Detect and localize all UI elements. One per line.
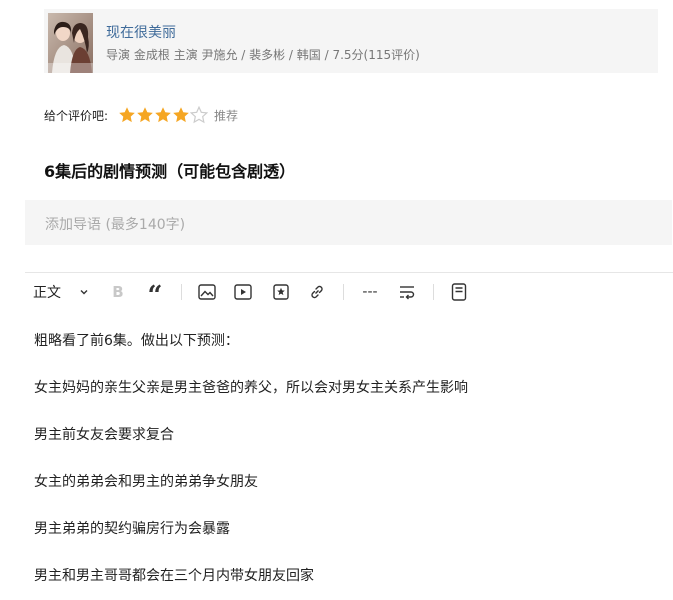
- bold-button[interactable]: B: [107, 280, 129, 304]
- body-paragraph[interactable]: 女主的弟弟会和男主的弟弟争女朋友: [34, 471, 258, 491]
- body-paragraph[interactable]: 男主前女友会要求复合: [34, 424, 174, 444]
- divider-icon: ---: [362, 284, 378, 300]
- star-filled-icon[interactable]: [154, 106, 172, 124]
- body-paragraph[interactable]: 女主妈妈的亲生父亲是男主爸爸的养父，所以会对男女主关系产生影响: [34, 377, 468, 397]
- star-box-icon: [273, 284, 289, 300]
- wrap-icon: [398, 284, 416, 300]
- bold-icon: B: [112, 283, 124, 301]
- insert-image-button[interactable]: [195, 280, 219, 304]
- toolbar-top-border: [25, 272, 673, 273]
- body-paragraph[interactable]: 男主和男主哥哥都会在三个月内带女朋友回家: [34, 565, 314, 585]
- insert-video-button[interactable]: [231, 280, 255, 304]
- paragraph-style-label: 正文: [33, 285, 61, 301]
- star-filled-icon[interactable]: [172, 106, 190, 124]
- toolbar-separator: [181, 284, 182, 300]
- movie-poster[interactable]: [48, 13, 93, 73]
- rating-prompt: 给个评价吧:: [44, 108, 109, 123]
- summary-input[interactable]: 添加导语 (最多140字): [25, 200, 672, 245]
- post-title[interactable]: 6集后的剧情预测（可能包含剧透）: [44, 158, 295, 182]
- image-icon: [198, 284, 216, 300]
- document-button[interactable]: [447, 280, 471, 304]
- quote-icon: “: [147, 281, 163, 311]
- star-empty-icon[interactable]: [190, 106, 209, 124]
- star-filled-icon[interactable]: [118, 106, 136, 124]
- summary-placeholder: 添加导语 (最多140字): [45, 217, 186, 233]
- link-icon: [308, 283, 326, 301]
- paragraph-style-select[interactable]: 正文: [33, 280, 99, 304]
- video-icon: [234, 284, 252, 300]
- movie-card[interactable]: 现在很美丽 导演 金成根 主演 尹施允 / 裴多彬 / 韩国 / 7.5分(11…: [44, 9, 658, 73]
- insert-link-button[interactable]: [305, 280, 329, 304]
- chevron-down-icon: [79, 287, 89, 297]
- text-wrap-button[interactable]: [395, 280, 419, 304]
- rating-level-label: 推荐: [214, 108, 239, 123]
- star-filled-icon[interactable]: [136, 106, 154, 124]
- star-rating[interactable]: [118, 106, 209, 124]
- insert-rating-button[interactable]: [269, 280, 293, 304]
- editor-toolbar: 正文 B “ ---: [25, 280, 665, 309]
- movie-title-link[interactable]: 现在很美丽: [106, 22, 176, 42]
- document-icon: [451, 283, 467, 301]
- body-paragraph[interactable]: 男主弟弟的契约骗房行为会暴露: [34, 518, 230, 538]
- insert-divider-button[interactable]: ---: [355, 280, 385, 304]
- body-paragraph[interactable]: 粗略看了前6集。做出以下预测：: [34, 330, 239, 350]
- toolbar-separator: [433, 284, 434, 300]
- toolbar-separator: [343, 284, 344, 300]
- rating-row: 给个评价吧: 推荐: [44, 104, 238, 126]
- quote-button[interactable]: “: [143, 280, 167, 309]
- movie-meta: 导演 金成根 主演 尹施允 / 裴多彬 / 韩国 / 7.5分(115评价): [106, 48, 420, 62]
